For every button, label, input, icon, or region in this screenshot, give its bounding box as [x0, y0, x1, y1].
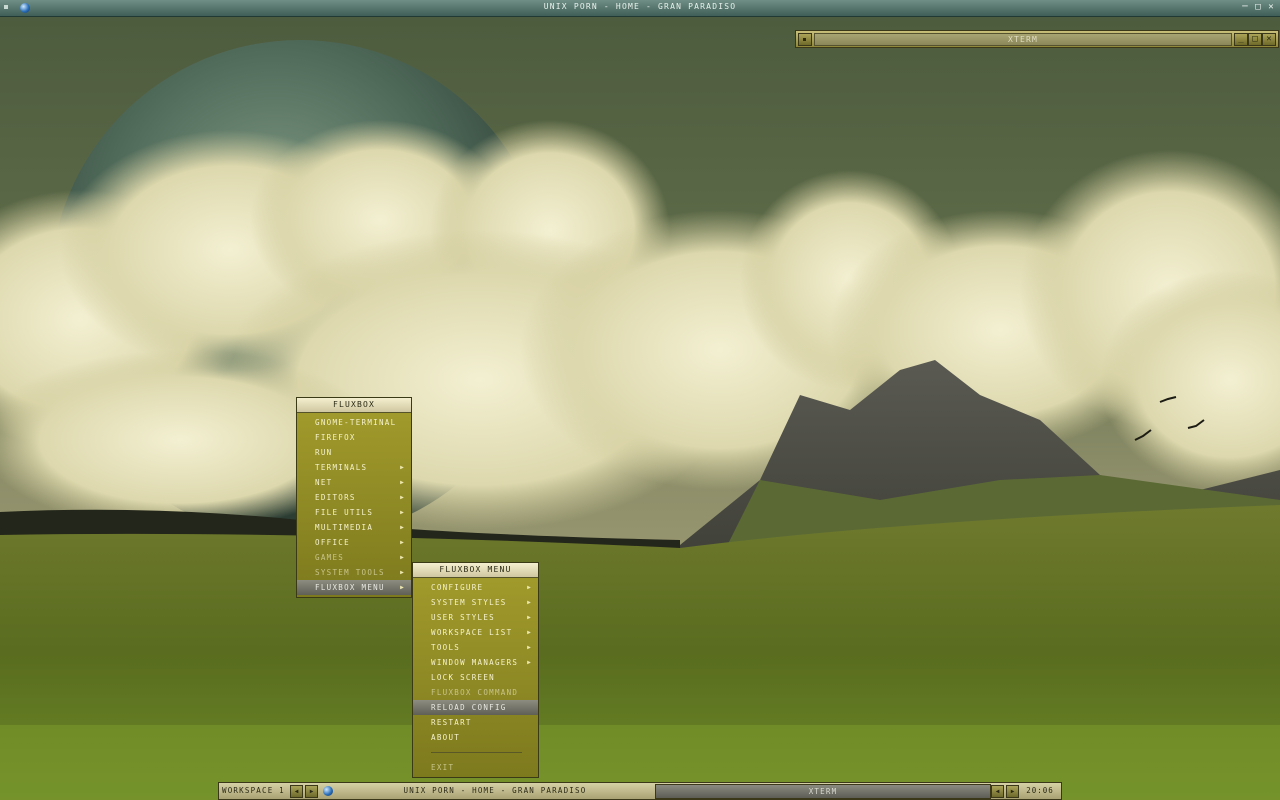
triangle-right-icon: ▶: [400, 509, 405, 516]
triangle-right-icon: ▶: [400, 464, 405, 471]
triangle-right-icon: ▶: [400, 569, 405, 576]
window-menu-icon[interactable]: [798, 33, 812, 46]
menu-item-label: GAMES: [315, 553, 345, 562]
menu-title: FLUXBOX: [297, 398, 411, 413]
wallpaper: [0, 0, 1280, 800]
menu-item-label: SYSTEM STYLES: [431, 598, 507, 607]
menu-item-label: WORKSPACE LIST: [431, 628, 513, 637]
triangle-right-icon: ▶: [400, 479, 405, 486]
menu-item-configure[interactable]: CONFIGURE ▶: [413, 580, 538, 595]
fluxbox-submenu: FLUXBOX MENU CONFIGURE ▶ SYSTEM STYLES ▶ USE…: [412, 562, 539, 778]
menu-item-label: WINDOW MANAGERS: [431, 658, 519, 667]
globe-icon: [323, 786, 333, 796]
menu-item-label: FILE UTILS: [315, 508, 374, 517]
triangle-right-icon: ▶: [527, 599, 532, 606]
menu-item-label: USER STYLES: [431, 613, 495, 622]
menu-separator: [431, 752, 522, 753]
triangle-right-icon: ▶: [527, 644, 532, 651]
triangle-right-icon: ▶: [527, 584, 532, 591]
maximize-icon[interactable]: □: [1248, 33, 1262, 46]
menu-item-firefox[interactable]: FIREFOX: [297, 430, 411, 445]
menu-item-label: RUN: [315, 448, 333, 457]
menu-item-label: EXIT: [431, 763, 455, 772]
menu-item-label: FLUXBOX MENU: [315, 583, 385, 592]
menu-item-run[interactable]: RUN: [297, 445, 411, 460]
menu-item-label: RESTART: [431, 718, 472, 727]
triangle-right-icon: ▶: [400, 524, 405, 531]
triangle-right-icon: ▶: [400, 539, 405, 546]
task-button-xterm[interactable]: XTERM: [655, 784, 991, 799]
clock: 20:06: [1026, 786, 1054, 795]
desktop: UNIX PORN - HOME - GRAN PARADISO ─ □ ✕ X…: [0, 0, 1280, 800]
menu-item-terminals[interactable]: TERMINALS ▶: [297, 460, 411, 475]
menu-item-fluxbox-command[interactable]: FLUXBOX COMMAND: [413, 685, 538, 700]
arrow-right-icon[interactable]: ▶: [305, 785, 318, 798]
menu-item-label: FIREFOX: [315, 433, 356, 442]
root-menu: FLUXBOX GNOME-TERMINAL FIREFOX RUN TERMINAL…: [296, 397, 412, 598]
triangle-right-icon: ▶: [527, 614, 532, 621]
xterm-title[interactable]: XTERM: [814, 33, 1232, 46]
menu-item-label: GNOME-TERMINAL: [315, 418, 397, 427]
triangle-right-icon: ▶: [400, 494, 405, 501]
menu-item-label: LOCK SCREEN: [431, 673, 495, 682]
menu-item-system-styles[interactable]: SYSTEM STYLES ▶: [413, 595, 538, 610]
menu-item-restart[interactable]: RESTART: [413, 715, 538, 730]
menu-item-exit[interactable]: EXIT: [413, 760, 538, 775]
triangle-right-icon: ▶: [400, 584, 405, 591]
triangle-right-icon: ▶: [527, 659, 532, 666]
menu-item-lock-screen[interactable]: LOCK SCREEN: [413, 670, 538, 685]
menu-item-label: TERMINALS: [315, 463, 368, 472]
menu-item-label: ABOUT: [431, 733, 461, 742]
menu-item-label: EDITORS: [315, 493, 356, 502]
menu-item-about[interactable]: ABOUT: [413, 730, 538, 745]
menu-title: FLUXBOX MENU: [413, 563, 538, 578]
task-button-active[interactable]: UNIX PORN - HOME - GRAN PARADISO: [337, 784, 653, 797]
menu-item-editors[interactable]: EDITORS ▶: [297, 490, 411, 505]
maximize-icon[interactable]: □: [1253, 2, 1263, 12]
menu-item-label: OFFICE: [315, 538, 350, 547]
close-icon[interactable]: ✕: [1266, 2, 1276, 12]
menu-item-label: CONFIGURE: [431, 583, 484, 592]
menu-item-games[interactable]: GAMES ▶: [297, 550, 411, 565]
workspace-name[interactable]: WORKSPACE 1: [222, 783, 285, 799]
minimize-icon[interactable]: _: [1234, 33, 1248, 46]
menu-item-fluxbox-menu[interactable]: FLUXBOX MENU ▶: [297, 580, 411, 595]
menu-item-net[interactable]: NET ▶: [297, 475, 411, 490]
menu-item-label: FLUXBOX COMMAND: [431, 688, 519, 697]
menu-item-system-tools[interactable]: SYSTEM TOOLS ▶: [297, 565, 411, 580]
menu-item-gnome-terminal[interactable]: GNOME-TERMINAL: [297, 415, 411, 430]
menu-item-label: NET: [315, 478, 333, 487]
arrow-right-icon[interactable]: ▶: [1006, 785, 1019, 798]
triangle-right-icon: ▶: [527, 629, 532, 636]
menu-item-tools[interactable]: TOOLS ▶: [413, 640, 538, 655]
menu-item-multimedia[interactable]: MULTIMEDIA ▶: [297, 520, 411, 535]
menu-item-workspace-list[interactable]: WORKSPACE LIST ▶: [413, 625, 538, 640]
minimize-icon[interactable]: ─: [1240, 2, 1250, 12]
arrow-left-icon[interactable]: ◀: [991, 785, 1004, 798]
menu-item-label: MULTIMEDIA: [315, 523, 374, 532]
xterm-window[interactable]: XTERM _ □ ✕: [795, 30, 1279, 48]
menu-item-label: SYSTEM TOOLS: [315, 568, 385, 577]
close-icon[interactable]: ✕: [1262, 33, 1276, 46]
arrow-left-icon[interactable]: ◀: [290, 785, 303, 798]
window-titlebar[interactable]: UNIX PORN - HOME - GRAN PARADISO ─ □ ✕: [0, 0, 1280, 17]
menu-item-office[interactable]: OFFICE ▶: [297, 535, 411, 550]
menu-item-label: RELOAD CONFIG: [431, 703, 507, 712]
menu-item-label: TOOLS: [431, 643, 461, 652]
window-title: UNIX PORN - HOME - GRAN PARADISO: [543, 2, 737, 11]
triangle-right-icon: ▶: [400, 554, 405, 561]
menu-item-reload-config[interactable]: RELOAD CONFIG: [413, 700, 538, 715]
menu-item-window-managers[interactable]: WINDOW MANAGERS ▶: [413, 655, 538, 670]
menu-item-user-styles[interactable]: USER STYLES ▶: [413, 610, 538, 625]
menu-item-file-utils[interactable]: FILE UTILS ▶: [297, 505, 411, 520]
toolbar: WORKSPACE 1 ◀ ▶ UNIX PORN - HOME - GRAN …: [218, 782, 1062, 800]
